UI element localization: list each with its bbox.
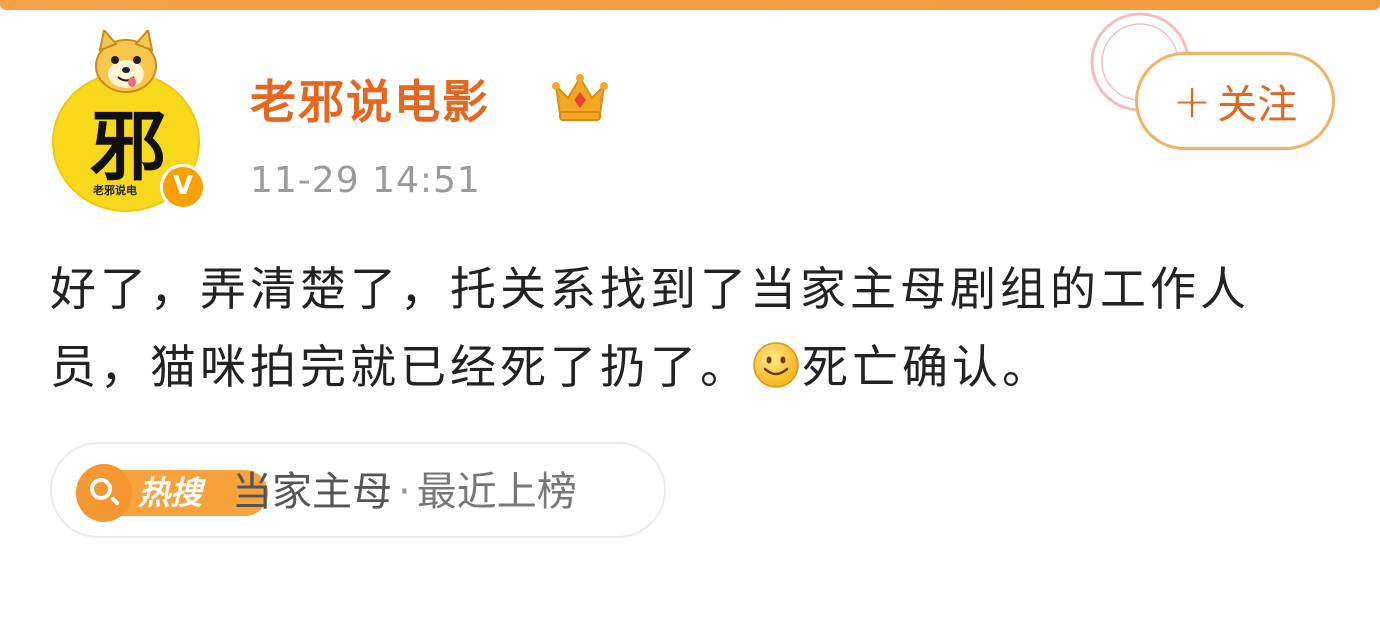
verified-badge-icon: V (160, 164, 206, 210)
hot-search-badge-label: 热搜 (138, 474, 203, 512)
weibo-post-card: 邪 老邪说电 V 老邪说电影 11-29 14:51 + 关注 好了，弄清楚了，… (0, 10, 1380, 638)
follow-button[interactable]: + 关注 (1135, 52, 1335, 150)
avatar-caption: 老邪说电 (93, 184, 137, 197)
hot-search-topic: 当家主母 (232, 469, 392, 515)
plus-icon: + (1172, 74, 1212, 128)
post-body: 好了，弄清楚了，托关系找到了当家主母剧组的工作人员，猫咪拍完就已经死了扔了。 死… (50, 250, 1340, 406)
post-text-part-2: 死亡确认。 (802, 340, 1052, 394)
smiley-icon (753, 342, 799, 388)
post-timestamp: 11-29 14:51 (250, 160, 481, 201)
author-name[interactable]: 老邪说电影 (250, 66, 490, 132)
hot-search-label: 当家主母 · 最近上榜 (232, 466, 577, 518)
hot-search-separator: · (398, 469, 411, 515)
hot-search-status: 最近上榜 (416, 469, 577, 515)
follow-label: 关注 (1217, 82, 1298, 128)
post-text-part-1: 好了，弄清楚了，托关系找到了当家主母剧组的工作人员，猫咪拍完就已经死了扔了。 (50, 262, 1250, 394)
dog-mascot-icon (95, 30, 157, 93)
search-icon (76, 464, 132, 522)
top-accent-bar (0, 0, 1380, 10)
crown-icon (552, 74, 608, 121)
hot-search-tag[interactable]: 热搜 当家主母 · 最近上榜 (50, 442, 666, 538)
